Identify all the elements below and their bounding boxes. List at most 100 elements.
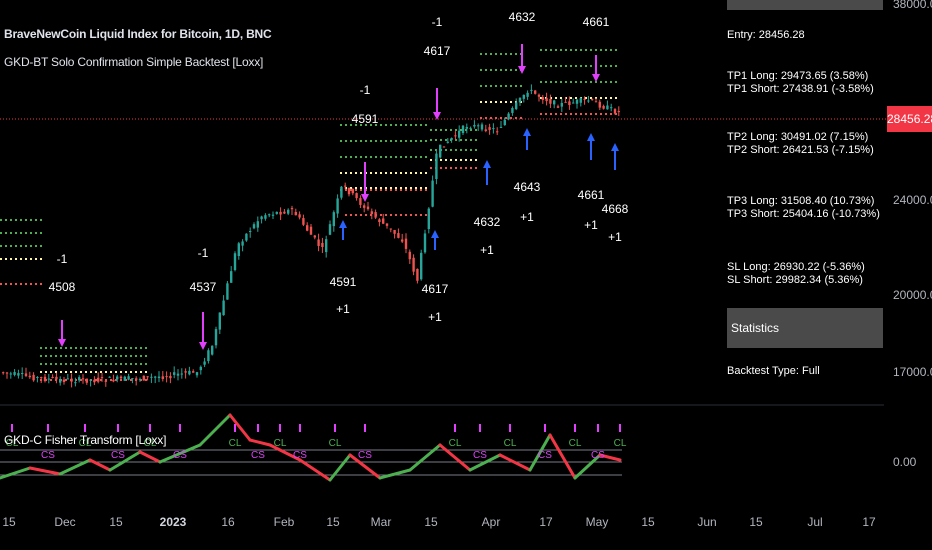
candle-body: [522, 94, 525, 99]
candle-body: [613, 109, 617, 114]
y-tick-label: 20000.00: [893, 288, 932, 302]
candle-body: [359, 198, 362, 205]
candle-body: [579, 98, 582, 103]
candle-body: [97, 377, 100, 382]
tp3-long-text: TP3 Long: 31508.40 (10.73%): [727, 195, 875, 207]
candle-body: [572, 102, 575, 104]
tp1-long-text: TP1 Long: 29473.65 (3.58%): [727, 70, 869, 82]
candle-body: [617, 111, 620, 113]
signal-label: 4632: [473, 215, 501, 229]
x-tick-label: Feb: [273, 515, 295, 529]
tp2-short-text: TP2 Short: 26421.53 (-7.15%): [727, 144, 874, 156]
candle-body: [606, 105, 609, 110]
y-tick-label: 24000.00: [893, 193, 932, 207]
candle-body: [587, 100, 590, 102]
x-tick-label: 15: [109, 515, 123, 529]
signal-label: +1: [428, 310, 442, 324]
candle-body: [397, 233, 400, 238]
candle-body: [233, 253, 237, 271]
candle-body: [389, 228, 392, 230]
fisher-cross-label: CL: [449, 438, 462, 449]
candle-body: [363, 205, 366, 208]
candle-body: [382, 218, 385, 224]
fisher-cross-label: CL: [504, 438, 517, 449]
last-price-badge: 28456.28: [887, 106, 932, 132]
fisher-cross-label: CL: [274, 438, 287, 449]
fisher-y-tick-label: 0.00: [893, 455, 917, 469]
candle-body: [541, 97, 544, 100]
candle-body: [169, 375, 172, 379]
candle-body: [36, 376, 39, 378]
candle-body: [309, 226, 313, 235]
candle-body: [488, 127, 491, 130]
statistics-header: Statistics: [727, 308, 883, 348]
candle-body: [321, 242, 324, 248]
fisher-segment: [298, 458, 332, 482]
candle-body: [192, 371, 195, 373]
candle-body: [458, 130, 461, 138]
candle-body: [123, 376, 126, 381]
candle-body: [378, 219, 381, 222]
candle-body: [534, 90, 537, 94]
candle-body: [70, 378, 73, 382]
signal-label: 4617: [423, 44, 451, 58]
long-arrow-head: [339, 220, 347, 228]
candle-body: [549, 98, 552, 104]
candle-body: [252, 224, 256, 229]
fisher-cross-label: CS: [111, 450, 125, 461]
strategy-title: GKD-BT Solo Confirmation Simple Backtest…: [4, 55, 264, 69]
x-tick-label: Jul: [807, 515, 823, 529]
fisher-cross-label: CS: [538, 450, 552, 461]
candle-body: [116, 376, 119, 380]
candle-body: [237, 243, 240, 256]
candle-body: [492, 128, 495, 130]
candle-body: [161, 376, 164, 379]
candle-body: [313, 235, 316, 238]
candle-body: [496, 131, 499, 133]
candle-body: [435, 153, 438, 180]
candle-body: [180, 373, 183, 375]
candle-body: [184, 371, 187, 373]
fisher-segment: [0, 466, 32, 480]
candle-body: [55, 376, 58, 380]
candle-body: [480, 124, 484, 130]
x-tick-label: Dec: [54, 515, 76, 529]
fisher-segment: [28, 466, 62, 476]
candle-body: [477, 125, 480, 127]
candle-body: [81, 378, 85, 380]
candle-body: [62, 379, 66, 383]
chart-stage[interactable]: CL CS CL CS CL CS CL CS CL CS CL CS CL CS CL CS CL CS CL B…: [0, 0, 932, 550]
candle-body: [530, 89, 533, 91]
candle-body: [32, 374, 35, 381]
candle-body: [298, 214, 301, 218]
candle-body: [176, 373, 180, 376]
candle-body: [431, 180, 434, 207]
x-tick-label: 16: [221, 515, 235, 529]
candle-body: [408, 251, 411, 260]
candle-body: [89, 379, 92, 381]
signal-label: +1: [520, 210, 534, 224]
candle-body: [556, 106, 560, 108]
candle-body: [28, 375, 31, 378]
candle-body: [340, 186, 343, 198]
long-arrow-head: [587, 133, 595, 141]
candle-body: [412, 257, 415, 272]
candle-body: [465, 127, 468, 129]
candle-body: [256, 221, 259, 228]
chart-title: BraveNewCoin Liquid Index for Bitcoin, 1…: [4, 27, 272, 41]
short-arrow-head: [518, 66, 526, 74]
signal-label: +1: [480, 243, 494, 257]
candle-body: [594, 101, 598, 103]
panel-top-bar: [727, 0, 883, 10]
candle-body: [355, 193, 358, 199]
fisher-cross-label: CS: [358, 450, 372, 461]
candle-body: [344, 185, 347, 187]
candle-body: [226, 283, 229, 300]
candle-body: [2, 372, 5, 374]
fisher-cross-label: CS: [251, 450, 265, 461]
candle-body: [290, 208, 294, 210]
tp1-short-text: TP1 Short: 27438.91 (-3.58%): [727, 83, 874, 95]
candle-body: [188, 370, 191, 375]
fisher-cross-label: CL: [329, 438, 342, 449]
fisher-cross-label: CS: [173, 450, 187, 461]
